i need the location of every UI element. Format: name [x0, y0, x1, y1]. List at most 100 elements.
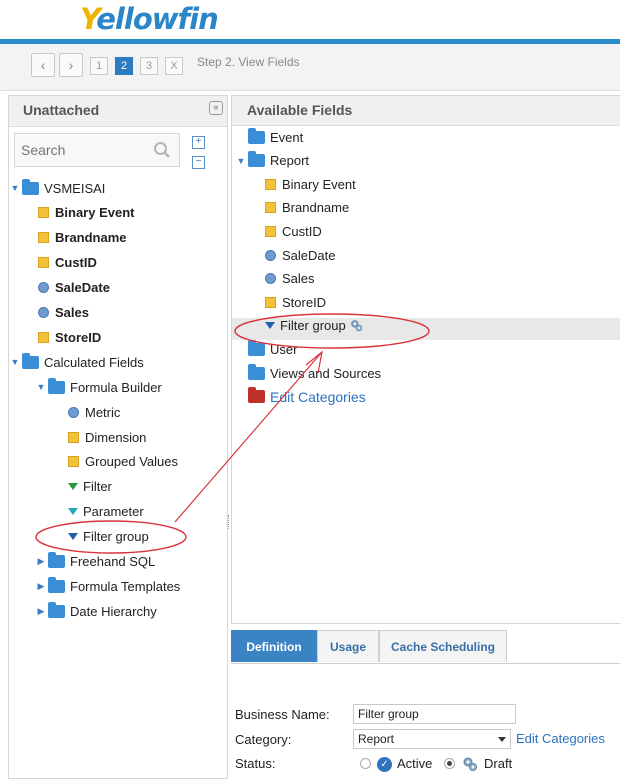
step-label: Step 2. View Fields — [197, 55, 300, 69]
category-label: Category: — [235, 732, 292, 747]
unattached-tree-item[interactable]: Parameter — [66, 501, 144, 523]
metric-icon — [265, 273, 276, 285]
unattached-tree-item[interactable]: Metric — [66, 401, 120, 423]
dimension-icon — [265, 178, 276, 190]
metric-icon — [68, 406, 79, 418]
available-tree-item[interactable]: Sales — [263, 268, 315, 290]
available-tree-item[interactable]: StoreID — [263, 291, 326, 313]
available-tree-label: Brandname — [282, 200, 350, 216]
search-input[interactable] — [21, 139, 146, 161]
unattached-tree-label: Parameter — [83, 504, 144, 520]
tab-usage[interactable]: Usage — [317, 630, 379, 662]
collapse-arrow-icon[interactable]: ▶ — [36, 581, 46, 592]
dimension-icon — [265, 202, 276, 214]
step-close-button[interactable]: X — [165, 57, 183, 75]
dimension-icon — [265, 225, 276, 237]
business-name-label: Business Name: — [235, 707, 330, 722]
unattached-tree-item[interactable]: ▶ Freehand SQL — [36, 551, 155, 573]
available-tree-label: Filter group — [280, 318, 346, 334]
gear-icon — [350, 320, 362, 332]
unattached-tree-label: CustID — [55, 255, 97, 271]
logo-letter: Y — [80, 2, 97, 36]
available-tree-label: Binary Event — [282, 176, 356, 192]
unattached-title: Unattached — [23, 102, 100, 118]
tab-definition[interactable]: Definition — [231, 630, 317, 662]
search-icon[interactable] — [153, 141, 171, 159]
dimension-icon — [38, 232, 49, 244]
unattached-tree-label: Binary Event — [55, 205, 135, 221]
folder-icon — [248, 339, 265, 356]
app-header: Yellowfin — [0, 0, 620, 38]
expand-all-button[interactable]: + — [192, 136, 205, 149]
expand-arrow-icon[interactable]: ▼ — [36, 382, 46, 392]
unattached-tree-label: Filter group — [83, 529, 149, 545]
available-tree-label: Views and Sources — [270, 365, 382, 381]
available-tree-item[interactable]: CustID — [263, 220, 322, 242]
unattached-tree-item[interactable]: StoreID — [36, 326, 101, 348]
unattached-tree-item[interactable]: ▼ VSMEISAI — [10, 177, 105, 199]
category-selected-value: Report — [358, 732, 395, 746]
available-tree-item[interactable]: SaleDate — [263, 244, 335, 266]
back-button[interactable]: ‹ — [31, 53, 55, 77]
collapse-all-button[interactable]: − — [192, 156, 205, 169]
unattached-tree-item[interactable]: SaleDate — [36, 277, 110, 299]
available-tree-label: StoreID — [282, 294, 327, 310]
parameter-icon — [68, 508, 78, 516]
unattached-tree-item[interactable]: Grouped Values — [66, 451, 178, 473]
detail-tabs: Definition Usage Cache Scheduling — [231, 630, 620, 664]
folder-icon — [48, 576, 65, 593]
unattached-tree-label: Formula Templates — [70, 578, 181, 594]
unattached-tree-item[interactable]: ▶ Date Hierarchy — [36, 600, 157, 622]
collapse-arrow-icon[interactable]: ▶ — [36, 606, 46, 617]
unattached-tree-item[interactable]: CustID — [36, 252, 97, 274]
collapse-panel-button[interactable]: « — [209, 101, 223, 115]
dimension-icon — [68, 456, 79, 468]
unattached-tree-item[interactable]: Dimension — [66, 426, 146, 448]
expand-arrow-icon[interactable]: ▼ — [236, 156, 246, 166]
available-fields-title: Available Fields — [247, 102, 353, 118]
unattached-tree-label: Calculated Fields — [44, 354, 144, 370]
filter-group-icon — [265, 322, 275, 330]
unattached-tree-label: Filter — [83, 479, 112, 495]
step-1-button[interactable]: 1 — [90, 57, 108, 75]
folder-icon — [48, 377, 65, 394]
forward-button[interactable]: › — [59, 53, 83, 77]
unattached-tree-item[interactable]: Filter — [66, 476, 112, 498]
unattached-tree-item[interactable]: ▼ Formula Builder — [36, 376, 162, 398]
dimension-icon — [38, 331, 49, 343]
available-tree-item[interactable]: Brandname — [263, 197, 349, 219]
available-tree-item[interactable]: Views and Sources — [246, 362, 381, 384]
business-name-field[interactable] — [353, 704, 516, 724]
available-tree-label: Event — [270, 129, 304, 145]
dimension-icon — [265, 296, 276, 308]
unattached-tree-item[interactable]: Binary Event — [36, 202, 134, 224]
edit-categories-link[interactable]: Edit Categories — [516, 731, 605, 746]
available-tree-item[interactable]: User — [246, 338, 297, 360]
folder-icon — [248, 151, 265, 168]
category-select[interactable]: Report — [353, 729, 511, 749]
available-tree-item[interactable]: Binary Event — [263, 173, 356, 195]
tab-cache-scheduling[interactable]: Cache Scheduling — [379, 630, 507, 662]
unattached-tree-item[interactable]: ▶ Formula Templates — [36, 575, 180, 597]
unattached-tree-label: VSMEISAI — [44, 180, 106, 196]
edit-categories-tree-link[interactable]: Edit Categories — [270, 389, 366, 405]
available-tree-item[interactable]: Filter group — [263, 315, 363, 337]
expand-arrow-icon[interactable]: ▼ — [10, 357, 20, 367]
available-tree-label: User — [270, 341, 298, 357]
status-draft-radio[interactable] — [444, 758, 455, 769]
expand-arrow-icon[interactable]: ▼ — [10, 183, 20, 193]
available-tree-item[interactable]: ▼ Report — [236, 150, 309, 172]
available-tree-item[interactable]: Edit Categories — [246, 386, 366, 408]
collapse-arrow-icon[interactable]: ▶ — [36, 556, 46, 567]
available-tree-item[interactable]: Event — [246, 126, 303, 148]
step-2-button[interactable]: 2 — [115, 57, 133, 75]
step-3-button[interactable]: 3 — [140, 57, 158, 75]
chevron-right-icon: › — [68, 57, 74, 73]
status-active-radio[interactable] — [360, 758, 371, 769]
unattached-tree-item[interactable]: Brandname — [36, 227, 127, 249]
unattached-tree-item[interactable]: Filter group — [66, 526, 149, 548]
metric-icon — [38, 307, 49, 318]
unattached-tree-item[interactable]: ▼ Calculated Fields — [10, 351, 144, 373]
unattached-tree-label: Metric — [85, 404, 121, 420]
unattached-tree-item[interactable]: Sales — [36, 302, 89, 324]
